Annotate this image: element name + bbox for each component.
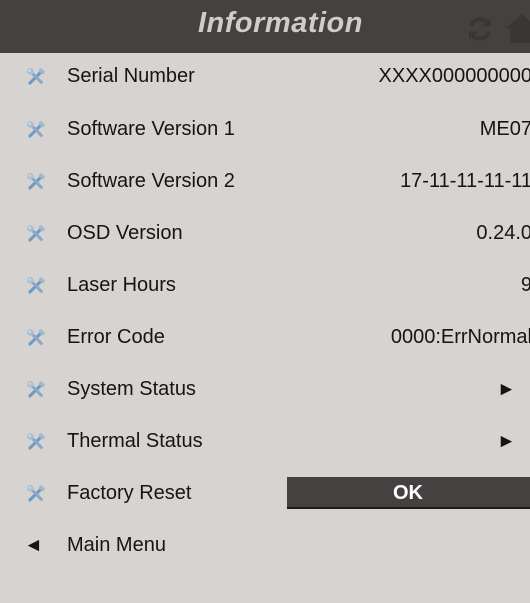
software-version-2-label: Software Version 2 (67, 170, 235, 192)
wrench-screwdriver-icon (26, 224, 45, 242)
laser-hours-label: Laser Hours (67, 274, 176, 296)
serial-number-label: Serial Number (67, 65, 195, 87)
menu-item-main-menu[interactable]: ◄ Main Menu (0, 521, 530, 573)
main-menu-label: Main Menu (67, 534, 166, 556)
menu-item-laser-hours[interactable]: Laser Hours 9 (0, 261, 530, 313)
menu-item-osd-version[interactable]: OSD Version 0.24.0 (0, 209, 530, 261)
menu-item-serial-number[interactable]: Serial Number XXXX000000000 (0, 52, 530, 104)
thermal-status-label: Thermal Status (67, 430, 203, 452)
software-version-1-label: Software Version 1 (67, 118, 235, 140)
thermal-status-arrow-icon[interactable]: ► (497, 431, 516, 453)
system-status-arrow-icon[interactable]: ► (497, 379, 516, 401)
factory-reset-label: Factory Reset (67, 482, 192, 504)
osd-version-value: 0.24.0 (476, 222, 530, 244)
title-bar: Information (0, 0, 530, 53)
serial-number-value: XXXX000000000 (378, 65, 530, 87)
page-title: Information (198, 7, 363, 39)
menu-item-thermal-status[interactable]: Thermal Status ► (0, 417, 530, 469)
back-arrow-icon: ◄ (24, 535, 43, 556)
menu-item-factory-reset: Factory Reset OK (0, 469, 530, 521)
menu-item-software-version-2[interactable]: Software Version 2 17-11-11-11-11 (0, 157, 530, 209)
software-version-2-value: 17-11-11-11-11 (400, 170, 530, 192)
wrench-screwdriver-icon (26, 276, 45, 294)
error-code-value: 0000:ErrNormal (390, 326, 530, 348)
wrench-screwdriver-icon (26, 328, 45, 346)
wrench-screwdriver-icon (26, 432, 45, 450)
menu-item-software-version-1[interactable]: Software Version 1 ME07 (0, 105, 530, 157)
menu-item-error-code[interactable]: Error Code 0000:ErrNormal (0, 313, 530, 365)
laser-hours-value: 9 (520, 274, 530, 296)
wrench-screwdriver-icon (26, 172, 45, 190)
home-icon[interactable] (505, 12, 530, 44)
wrench-screwdriver-icon (26, 484, 45, 502)
osd-version-label: OSD Version (67, 222, 183, 244)
software-version-1-value: ME07 (479, 118, 530, 140)
wrench-screwdriver-icon (26, 120, 45, 138)
system-status-label: System Status (67, 378, 196, 400)
error-code-label: Error Code (67, 326, 165, 348)
wrench-screwdriver-icon (26, 67, 45, 85)
factory-reset-ok-button[interactable]: OK (287, 477, 530, 509)
refresh-icon[interactable] (465, 14, 495, 44)
ok-button-label: OK (393, 482, 423, 504)
wrench-screwdriver-icon (26, 380, 45, 398)
menu-item-system-status[interactable]: System Status ► (0, 365, 530, 417)
